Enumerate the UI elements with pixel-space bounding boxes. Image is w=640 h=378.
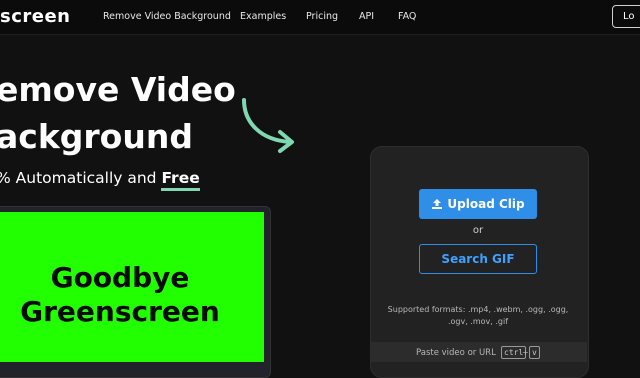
nav-link-api[interactable]: API [359,0,374,34]
paste-hint: Paste video or URL [416,348,496,358]
supported-formats-text: Supported formats: .mp4, .webm, .ogg, .o… [387,305,569,326]
upload-icon [432,198,443,209]
nav-link-pricing[interactable]: Pricing [306,0,338,34]
hero-title-line-1: emove Video [0,70,236,109]
preview-text-line-2: Greenscreen [20,295,220,328]
top-navigation-bar: screen Remove Video Background Examples … [0,0,640,35]
curved-arrow-icon [242,98,294,153]
hero-title-line-2: ackground [0,117,193,156]
nav-link-remove-video-background[interactable]: Remove Video Background [103,0,231,34]
greenscreen-preview: Goodbye Greenscreen [0,212,264,362]
hero-subtitle: % Automatically and Free [0,167,200,191]
or-separator: or [472,225,484,236]
hero-subtitle-free: Free [161,169,200,191]
logo[interactable]: screen [0,5,71,29]
upload-clip-label: Upload Clip [447,197,525,211]
kbd-v: v [529,346,540,359]
login-button[interactable]: Lo [612,5,640,28]
kbd-plus: + [522,348,529,357]
nav-link-faq[interactable]: FAQ [398,0,416,34]
hero-subtitle-text: % Automatically and [0,169,162,187]
preview-text-line-1: Goodbye [50,261,190,294]
nav-link-examples[interactable]: Examples [240,0,286,34]
search-gif-button[interactable]: Search GIF [419,244,537,274]
upload-clip-button[interactable]: Upload Clip [419,189,537,219]
